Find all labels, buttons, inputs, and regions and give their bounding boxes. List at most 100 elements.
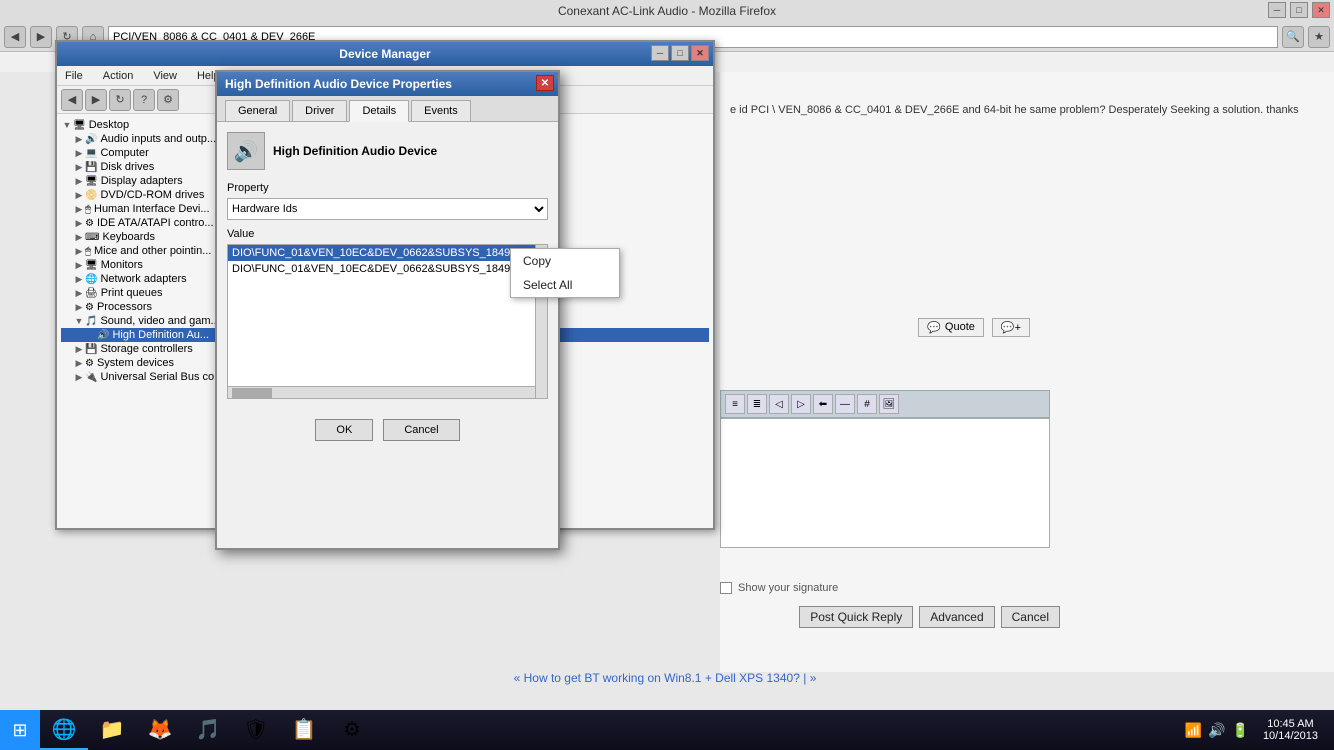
taskbar-firefox-icon[interactable]: 🦊 <box>136 710 184 750</box>
dm-help-icon[interactable]: ? <box>133 89 155 111</box>
systray-volume-icon[interactable]: 🔊 <box>1208 722 1225 739</box>
context-menu-copy[interactable]: Copy <box>511 249 619 273</box>
tree-label: IDE ATA/ATAPI contro... <box>97 217 214 229</box>
keyboard-icon: ⌨ <box>85 232 99 243</box>
dm-menu-action[interactable]: Action <box>99 70 138 82</box>
systray-network-icon[interactable]: 📶 <box>1185 722 1202 739</box>
taskbar-media-icon[interactable]: 🎵 <box>184 710 232 750</box>
storage-icon: 💾 <box>85 344 97 355</box>
cancel-dialog-button[interactable]: Cancel <box>383 419 459 441</box>
computer-icon: 💻 <box>85 148 97 159</box>
toolbar-indent[interactable]: ▷ <box>791 394 811 414</box>
post-quick-reply-button[interactable]: Post Quick Reply <box>799 606 913 628</box>
next-thread-link[interactable]: » <box>810 671 817 685</box>
prev-thread-link[interactable]: « How to get BT working on Win8.1 + Dell… <box>514 671 800 685</box>
ok-button[interactable]: OK <box>315 419 373 441</box>
taskbar-app6-icon[interactable]: ⚙ <box>328 710 376 750</box>
tree-label: Universal Serial Bus co... <box>100 371 223 383</box>
back-button[interactable]: ◀ <box>4 26 26 48</box>
taskbar-app5-icon[interactable]: 📋 <box>280 710 328 750</box>
multiquote-icon: 💬+ <box>1001 321 1021 334</box>
go-advanced-button[interactable]: Advanced <box>919 606 994 628</box>
scrollbar-horizontal[interactable] <box>228 386 535 398</box>
tree-label: Sound, video and gam... <box>100 315 219 327</box>
clock-time: 10:45 AM <box>1267 718 1313 730</box>
dm-back-icon[interactable]: ◀ <box>61 89 83 111</box>
value-item-1[interactable]: DIO\FUNC_01&VEN_10EC&DEV_0662&SUBSYS_184… <box>228 245 547 261</box>
expand-icon: ▼ <box>73 316 85 326</box>
tab-driver[interactable]: Driver <box>292 100 347 121</box>
display-icon: 🖥 <box>85 176 98 187</box>
dm-maximize-button[interactable]: □ <box>671 45 689 61</box>
value-item-2[interactable]: DIO\FUNC_01&VEN_10EC&DEV_0662&SUBSYS_184… <box>228 261 547 277</box>
expand-icon: ▶ <box>73 218 85 229</box>
device-icon-row: 🔊 High Definition Audio Device <box>227 132 548 170</box>
quote-button[interactable]: 💬 Quote <box>918 318 984 337</box>
expand-icon <box>85 330 97 340</box>
audio-icon: 🔊 <box>85 134 97 145</box>
expand-icon: ▶ <box>73 302 85 313</box>
toolbar-hash[interactable]: # <box>857 394 877 414</box>
dialog-tabs: General Driver Details Events <box>217 96 558 122</box>
tab-events[interactable]: Events <box>411 100 471 121</box>
dialog-title: High Definition Audio Device Properties <box>225 77 452 91</box>
maximize-button[interactable]: □ <box>1290 2 1308 18</box>
signature-checkbox[interactable] <box>720 582 732 594</box>
reply-textarea[interactable] <box>720 418 1050 548</box>
dm-menu-view[interactable]: View <box>149 70 181 82</box>
tab-details[interactable]: Details <box>349 100 409 122</box>
dialog-footer: OK Cancel <box>217 409 558 451</box>
toolbar-list-ordered[interactable]: ≡ <box>725 394 745 414</box>
toolbar-list-unordered[interactable]: ≣ <box>747 394 767 414</box>
minimize-button[interactable]: ─ <box>1268 2 1286 18</box>
window-controls: ─ □ ✕ <box>1268 2 1330 18</box>
bookmark-star-icon[interactable]: ★ <box>1308 26 1330 48</box>
close-button[interactable]: ✕ <box>1312 2 1330 18</box>
taskbar: ⊞ 🌐 📁 🦊 🎵 🛡 📋 ⚙ 📶 🔊 🔋 10:45 AM 10/14/201… <box>0 710 1334 750</box>
dm-window-controls: ─ □ ✕ <box>651 45 709 61</box>
taskbar-ie-icon[interactable]: 🌐 <box>40 710 88 750</box>
dm-forward-icon[interactable]: ▶ <box>85 89 107 111</box>
toolbar-image[interactable]: 🖼 <box>879 394 899 414</box>
print-icon: 🖨 <box>85 288 98 299</box>
expand-icon: ▶ <box>73 190 85 201</box>
taskbar-explorer-icon[interactable]: 📁 <box>88 710 136 750</box>
toolbar-outdent[interactable]: ◁ <box>769 394 789 414</box>
multiquote-button[interactable]: 💬+ <box>992 318 1030 337</box>
value-section-label: Value <box>227 228 548 240</box>
tab-general[interactable]: General <box>225 100 290 121</box>
clock[interactable]: 10:45 AM 10/14/2013 <box>1255 718 1326 742</box>
systray-battery-icon[interactable]: 🔋 <box>1232 722 1249 739</box>
property-select[interactable]: Hardware Ids <box>227 198 548 220</box>
disk-icon: 💾 <box>85 162 97 173</box>
dialog-titlebar: High Definition Audio Device Properties … <box>217 72 558 96</box>
tree-label: Network adapters <box>100 273 186 285</box>
dvd-icon: 📀 <box>85 190 97 201</box>
tree-label: Monitors <box>101 259 143 271</box>
start-button[interactable]: ⊞ <box>0 710 40 750</box>
dm-menu-file[interactable]: File <box>61 70 87 82</box>
device-icon: 🔊 <box>227 132 265 170</box>
cancel-button[interactable]: Cancel <box>1001 606 1060 628</box>
forward-button[interactable]: ▶ <box>30 26 52 48</box>
expand-icon: ▶ <box>73 176 85 187</box>
hid-icon: 🖱 <box>85 204 91 215</box>
dm-title: Device Manager <box>339 47 430 61</box>
taskbar-security-icon[interactable]: 🛡 <box>232 710 280 750</box>
expand-icon: ▶ <box>73 372 85 383</box>
expand-icon: ▶ <box>73 148 85 159</box>
search-icon[interactable]: 🔍 <box>1282 26 1304 48</box>
tree-label: System devices <box>97 357 174 369</box>
tree-label: Audio inputs and outp... <box>100 133 216 145</box>
dm-minimize-button[interactable]: ─ <box>651 45 669 61</box>
toolbar-strikethrough[interactable]: — <box>835 394 855 414</box>
context-menu-select-all[interactable]: Select All <box>511 273 619 297</box>
monitor-icon: 🖥 <box>85 260 98 271</box>
dm-close-button[interactable]: ✕ <box>691 45 709 61</box>
toolbar-left-align[interactable]: ⬅ <box>813 394 833 414</box>
dm-refresh-icon[interactable]: ↻ <box>109 89 131 111</box>
value-list: DIO\FUNC_01&VEN_10EC&DEV_0662&SUBSYS_184… <box>227 244 548 399</box>
signature-area: Show your signature <box>720 577 1050 599</box>
dialog-close-button[interactable]: ✕ <box>536 75 554 91</box>
dm-properties-icon[interactable]: ⚙ <box>157 89 179 111</box>
